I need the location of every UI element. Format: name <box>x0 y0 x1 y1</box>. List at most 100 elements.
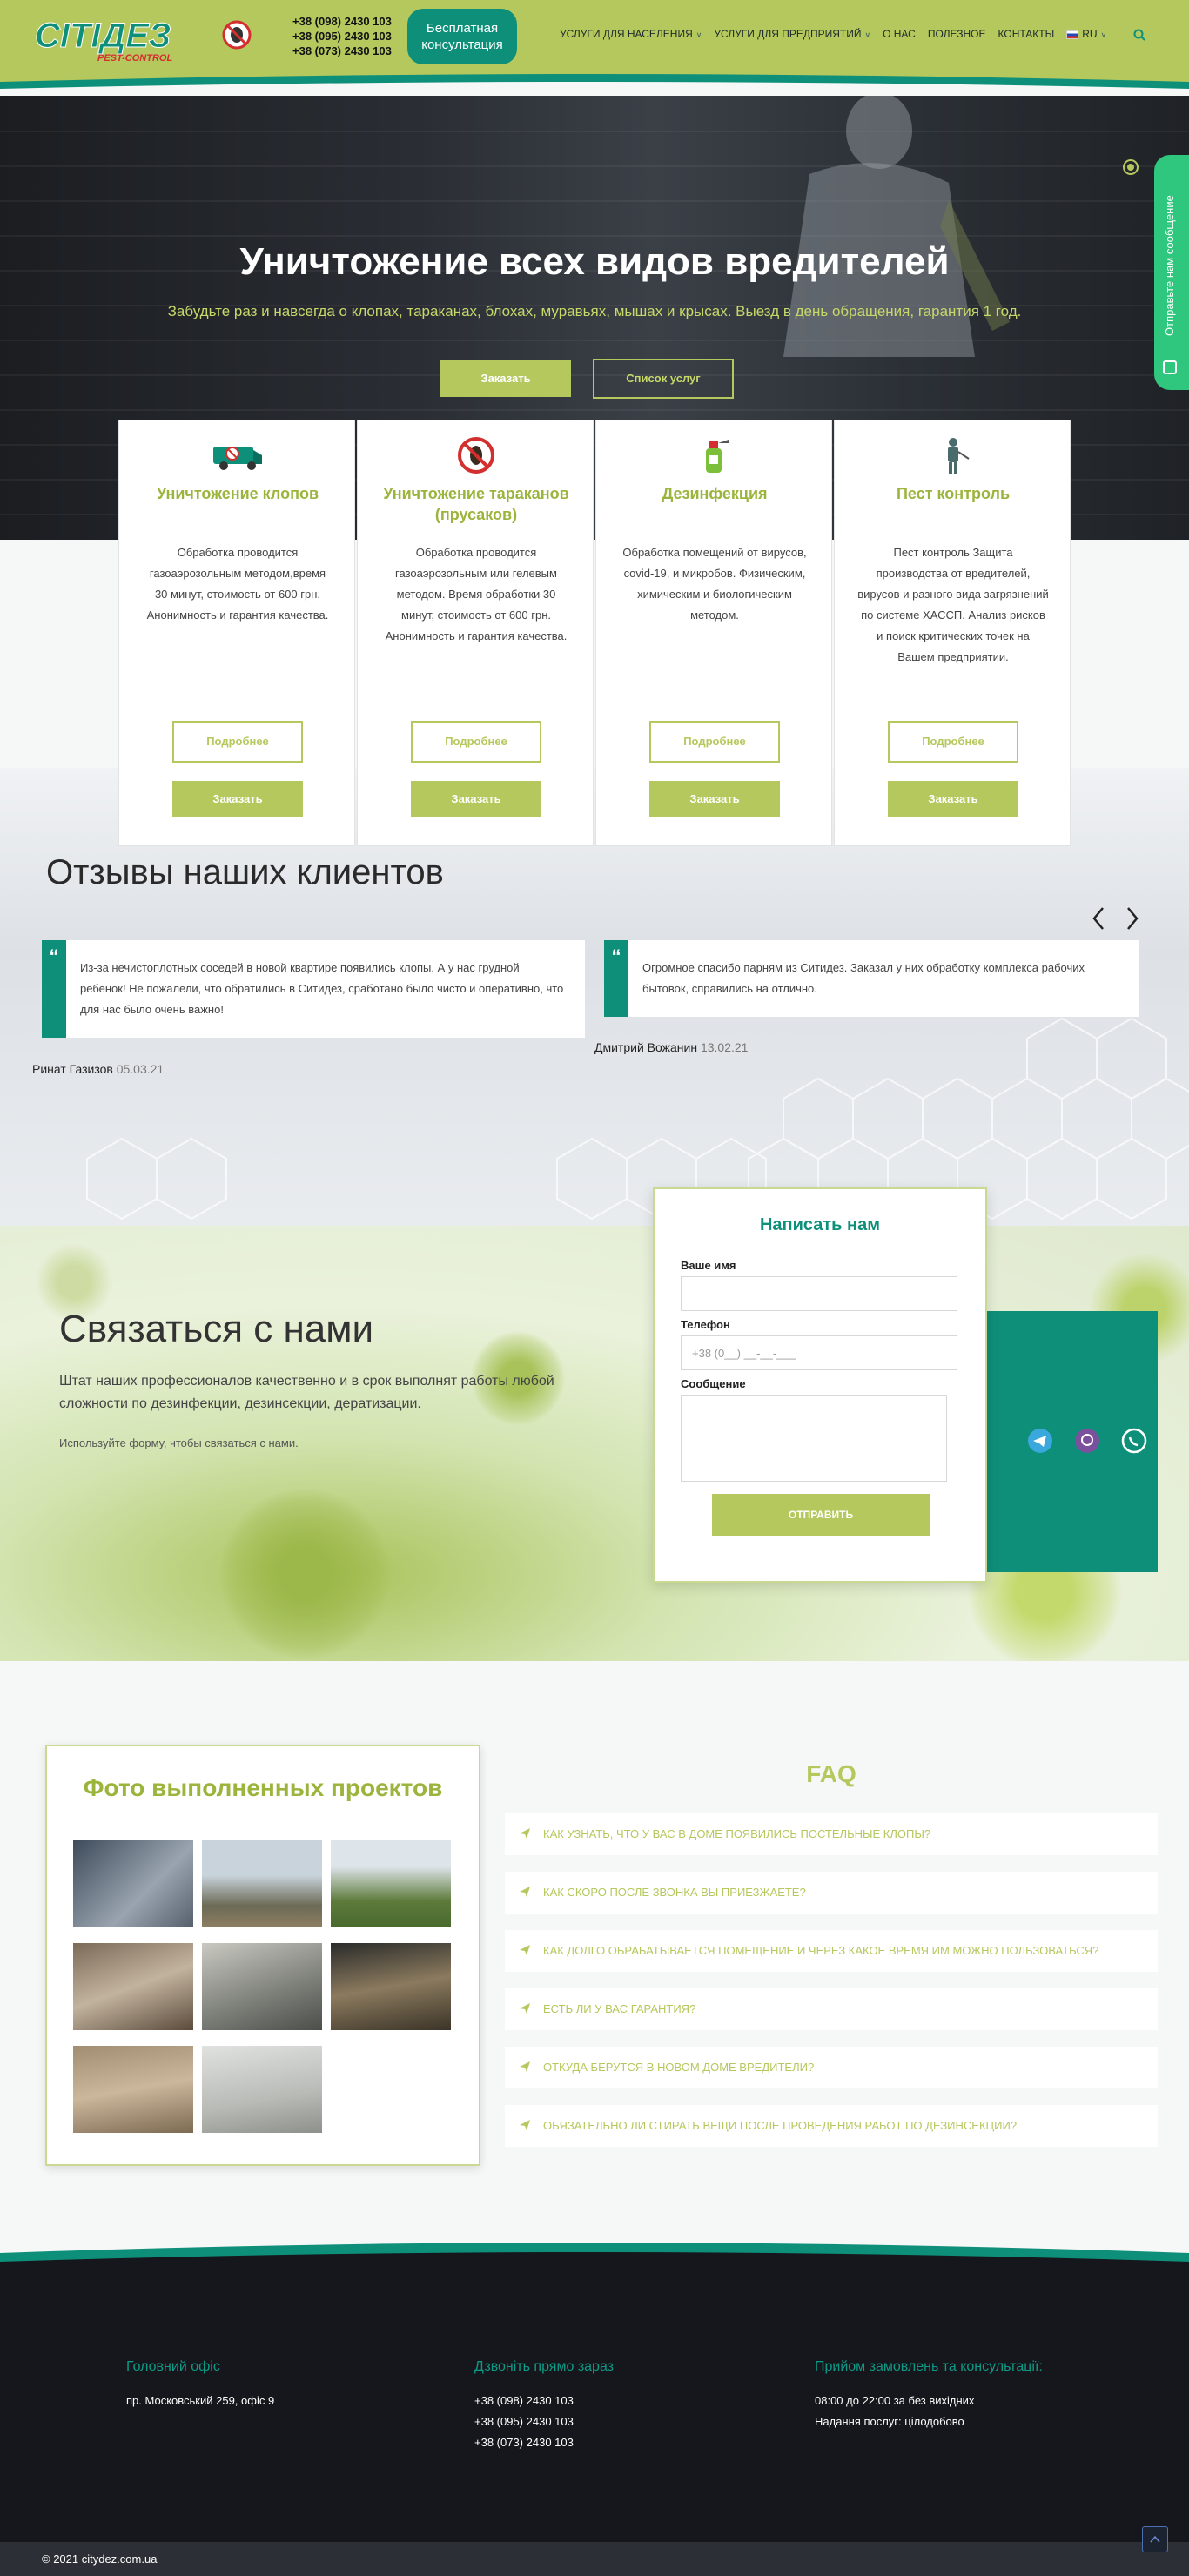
project-photo[interactable] <box>331 1840 451 1927</box>
name-label: Ваше имя <box>681 1259 736 1272</box>
chevron-up-icon <box>1150 2535 1160 2543</box>
logo[interactable]: СІТІДЕЗ PEST-CONTROL <box>35 16 252 64</box>
contact-hint: Используйте форму, чтобы связаться с нам… <box>59 1436 299 1449</box>
nav-item-population[interactable]: УСЛУГИ ДЛЯ НАСЕЛЕНИЯ ∨ <box>560 28 702 40</box>
chevron-down-icon: ∨ <box>695 30 702 39</box>
faq-item[interactable]: КАК СКОРО ПОСЛЕ ЗВОНКА ВЫ ПРИЕЗЖАЕТЕ? <box>505 1872 1158 1914</box>
site-footer: Головний офіс пр. Московський 259, офіс … <box>0 2263 1189 2542</box>
order-button[interactable]: Заказать <box>411 781 541 817</box>
order-button[interactable]: Заказать <box>172 781 303 817</box>
van-icon <box>213 447 262 470</box>
project-photo[interactable] <box>73 1840 193 1927</box>
chevron-left-icon[interactable] <box>1090 905 1107 932</box>
chevron-down-icon: ∨ <box>864 30 871 39</box>
scroll-to-top-button[interactable] <box>1142 2526 1168 2552</box>
header-phones: +38 (098) 2430 103 +38 (095) 2430 103 +3… <box>292 14 392 58</box>
phone-link[interactable]: +38 (073) 2430 103 <box>292 44 392 58</box>
projects-title: Фото выполненных проектов <box>83 1774 443 1801</box>
projects-gallery: Фото выполненных проектов <box>45 1745 480 2166</box>
faq-item[interactable]: КАК УЗНАТЬ, ЧТО У ВАС В ДОМЕ ПОЯВИЛИСЬ П… <box>505 1813 1158 1855</box>
order-button[interactable]: Заказать <box>649 781 780 817</box>
order-button[interactable]: Заказать <box>888 781 1018 817</box>
contact-title: Связаться с нами <box>59 1308 374 1350</box>
nav-item-useful[interactable]: ПОЛЕЗНОЕ <box>928 28 986 40</box>
reviews-title: Отзывы наших клиентов <box>46 853 444 891</box>
exterminator-icon <box>948 438 970 474</box>
service-card-cockroaches: Уничтожение тараканов (прусаков) Обработ… <box>357 420 594 846</box>
review-card: “ Огромное спасибо парням из Ситидез. За… <box>604 940 1139 1017</box>
message-textarea[interactable] <box>681 1395 947 1482</box>
logo-icon: СІТІДЕЗ PEST-CONTROL <box>35 17 252 64</box>
review-card: “ Из-за нечистоплотных соседей в новой к… <box>42 940 585 1038</box>
nav-label: УСЛУГИ ДЛЯ НАСЕЛЕНИЯ <box>560 28 693 40</box>
contact-description: Штат наших профессионалов качественно и … <box>59 1374 554 1411</box>
more-button[interactable]: Подробнее <box>649 721 780 763</box>
review-date: 05.03.21 <box>116 1062 165 1076</box>
phone-link[interactable]: +38 (095) 2430 103 <box>292 29 392 44</box>
faq-item[interactable]: КАК ДОЛГО ОБРАБАТЫВАЕТСЯ ПОМЕЩЕНИЕ И ЧЕР… <box>505 1930 1158 1972</box>
chevron-right-icon[interactable] <box>1124 905 1141 932</box>
working-hours: 08:00 до 22:00 за без вихідних <box>815 2394 975 2407</box>
project-photo[interactable] <box>202 1943 322 2030</box>
nav-item-enterprises[interactable]: УСЛУГИ ДЛЯ ПРЕДПРИЯТИЙ ∨ <box>714 28 870 40</box>
faq-question: КАК ДОЛГО ОБРАБАТЫВАЕТСЯ ПОМЕЩЕНИЕ И ЧЕР… <box>543 1944 1099 1957</box>
service-title: Уничтожение клопов <box>156 485 319 502</box>
project-photo[interactable] <box>331 1943 451 2030</box>
service-title: Пест контроль <box>896 485 1011 502</box>
sprayer-icon <box>706 440 729 473</box>
whatsapp-icon[interactable] <box>1121 1428 1147 1454</box>
nav-item-about[interactable]: О НАС <box>883 28 916 40</box>
message-label: Сообщение <box>681 1377 746 1390</box>
paper-plane-icon <box>520 1828 530 1839</box>
footer-phone[interactable]: +38 (073) 2430 103 <box>474 2432 574 2453</box>
service-card-disinfection: Дезинфекция Обработка помещений от вирус… <box>595 420 832 846</box>
main-nav: УСЛУГИ ДЛЯ НАСЕЛЕНИЯ ∨ УСЛУГИ ДЛЯ ПРЕДПРИ… <box>560 28 1106 40</box>
svg-text:PEST-CONTROL: PEST-CONTROL <box>97 53 172 64</box>
faq-item[interactable]: ОТКУДА БЕРУТСЯ В НОВОМ ДОМЕ ВРЕДИТЕЛИ? <box>505 2047 1158 2088</box>
project-photo[interactable] <box>73 2046 193 2133</box>
messenger-icons <box>1027 1428 1147 1454</box>
search-icon[interactable] <box>1133 29 1145 41</box>
phone-link[interactable]: +38 (098) 2430 103 <box>292 14 392 29</box>
call-title: Дзвоніть прямо зараз <box>474 2359 614 2374</box>
submit-button[interactable]: ОТПРАВИТЬ <box>712 1494 930 1536</box>
footer-phone[interactable]: +38 (098) 2430 103 <box>474 2391 574 2411</box>
quote-icon: “ <box>42 940 66 1038</box>
review-text: Из-за нечистоплотных соседей в новой ква… <box>80 961 564 1016</box>
form-title: Написать нам <box>759 1215 881 1234</box>
slider-dot[interactable] <box>1123 159 1139 175</box>
review-text: Огромное спасибо парням из Ситидез. Зака… <box>642 961 1085 995</box>
project-photo[interactable] <box>202 2046 322 2133</box>
project-photo[interactable] <box>202 1840 322 1927</box>
copyright: © 2021 citydez.com.ua <box>42 2552 158 2566</box>
nav-label: УСЛУГИ ДЛЯ ПРЕДПРИЯТИЙ <box>714 28 862 40</box>
phone-input[interactable]: +38 (0__) __-__-___ <box>681 1335 957 1370</box>
viber-icon[interactable] <box>1074 1428 1100 1454</box>
name-input[interactable] <box>681 1276 957 1311</box>
nav-item-contacts[interactable]: КОНТАКТЫ <box>998 28 1055 40</box>
orders-title: Прийом замовлень та консультації: <box>815 2359 1043 2374</box>
free-consultation-button[interactable]: Бесплатная консультация <box>407 9 517 64</box>
more-button[interactable]: Подробнее <box>411 721 541 763</box>
hero-order-button[interactable]: Заказать <box>440 360 571 397</box>
project-photo[interactable] <box>73 1943 193 2030</box>
service-time: Надання послуг: цілодобово <box>815 2415 964 2428</box>
footer-phone[interactable]: +38 (095) 2430 103 <box>474 2411 574 2432</box>
language-label: RU <box>1082 28 1098 40</box>
language-switcher[interactable]: RU ∨ <box>1066 28 1106 40</box>
paper-plane-icon <box>520 1887 530 1897</box>
service-title: Дезинфекция <box>662 485 768 502</box>
faq-item[interactable]: ЕСТЬ ЛИ У ВАС ГАРАНТИЯ? <box>505 1988 1158 2030</box>
faq-item[interactable]: ОБЯЗАТЕЛЬНО ЛИ СТИРАТЬ ВЕЩИ ПОСЛЕ ПРОВЕД… <box>505 2105 1158 2147</box>
header-wave <box>0 74 1189 96</box>
more-button[interactable]: Подробнее <box>172 721 303 763</box>
author-name: Дмитрий Вожанин <box>594 1040 698 1054</box>
service-description: Пест контроль Защита производства от вре… <box>857 546 1049 663</box>
services-list-button[interactable]: Список услуг <box>593 359 734 399</box>
faq-title: FAQ <box>806 1760 856 1787</box>
telegram-icon[interactable] <box>1027 1428 1053 1454</box>
office-title: Головний офіс <box>126 2359 220 2374</box>
ru-flag-icon <box>1066 30 1079 39</box>
faq-question: ОТКУДА БЕРУТСЯ В НОВОМ ДОМЕ ВРЕДИТЕЛИ? <box>543 2061 815 2074</box>
more-button[interactable]: Подробнее <box>888 721 1018 763</box>
